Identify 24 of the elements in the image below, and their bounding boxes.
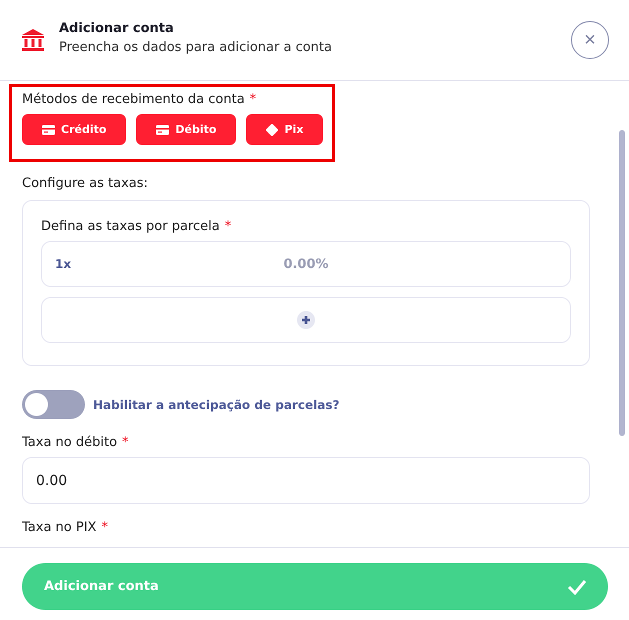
section-label: Configure as taxas: — [22, 176, 149, 191]
close-button[interactable]: × — [571, 21, 609, 59]
dialog-subtitle: Preencha os dados para adicionar a conta — [59, 40, 333, 55]
field-label: Taxa no débito * — [22, 435, 130, 450]
field-label: Defina as taxas por parcela * — [41, 219, 232, 234]
dialog-title: Adicionar conta — [59, 21, 175, 36]
toggle-switch[interactable] — [22, 390, 85, 419]
toggle-label: Habilitar a antecipação de parcelas? — [93, 398, 340, 412]
input-field[interactable]: 0.00 — [22, 457, 590, 504]
method-button[interactable]: Crédito — [22, 114, 126, 145]
diamond-icon — [266, 124, 278, 136]
plus-icon — [297, 311, 315, 329]
submit-button[interactable]: Adicionar conta — [22, 563, 608, 610]
field-label: Métodos de recebimento da conta * — [22, 92, 258, 107]
scrollbar[interactable] — [619, 130, 625, 436]
card-icon — [42, 124, 55, 134]
method-button[interactable]: Débito — [136, 114, 236, 145]
field-label: Taxa no PIX * — [22, 520, 109, 535]
installment-label: 1x — [55, 257, 72, 271]
card-icon — [156, 124, 170, 134]
bank-icon — [21, 28, 45, 52]
method-button[interactable]: Pix — [246, 114, 324, 145]
add-row-button[interactable] — [41, 297, 571, 343]
check-icon — [567, 578, 587, 594]
